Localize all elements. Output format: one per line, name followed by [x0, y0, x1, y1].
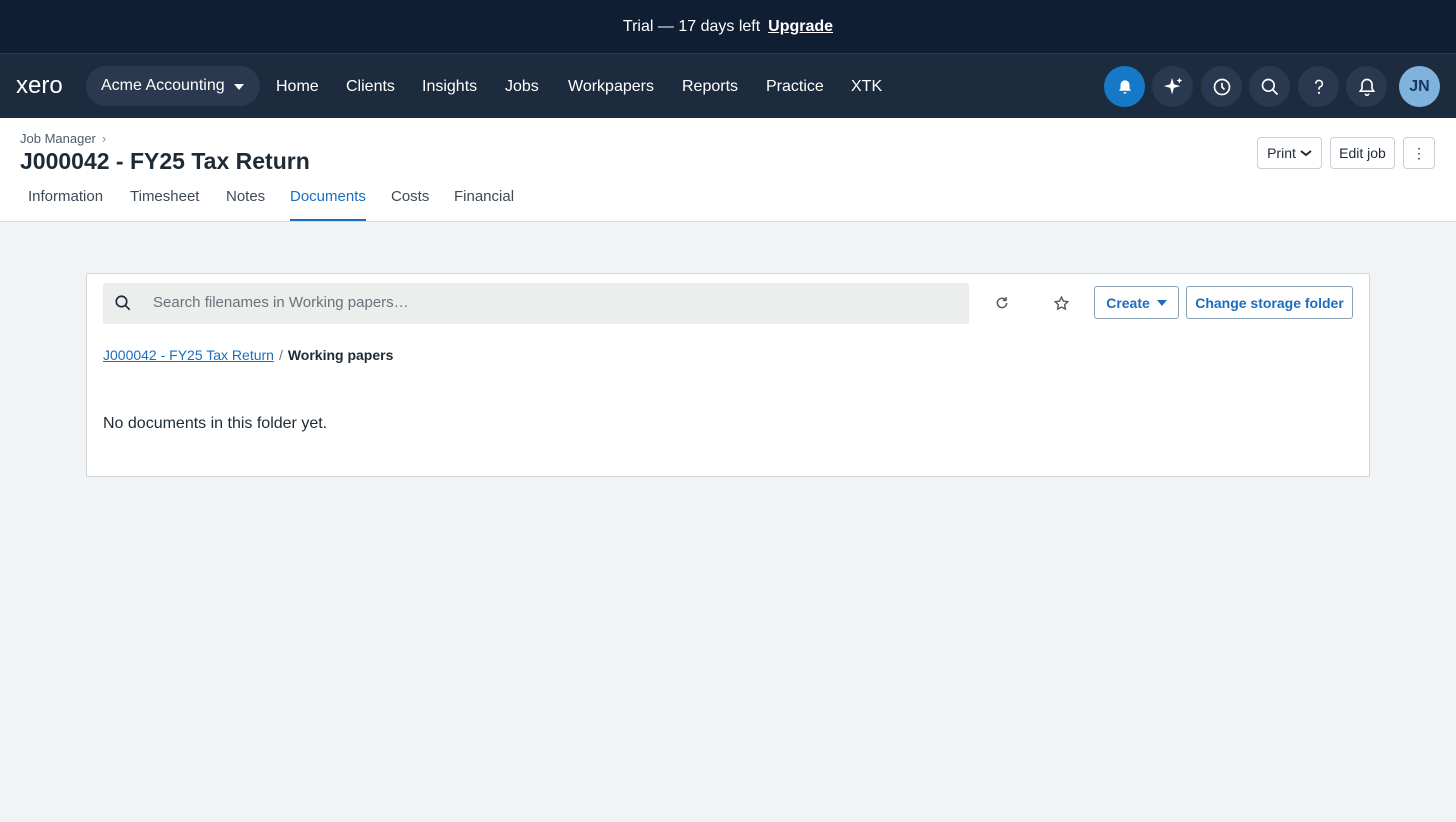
refresh-icon — [996, 297, 1008, 309]
nav-item-practice[interactable]: Practice — [766, 54, 824, 119]
chevron-right-icon: › — [101, 131, 107, 146]
more-options-button[interactable]: ⋮ — [1403, 137, 1435, 169]
xero-logo[interactable]: xero — [16, 74, 74, 98]
refresh-button[interactable] — [990, 291, 1014, 315]
nav-item-insights[interactable]: Insights — [422, 54, 477, 119]
search-placeholder: Search filenames in Working papers… — [153, 294, 409, 311]
breadcrumb-job-manager[interactable]: Job Manager — [20, 131, 96, 146]
folder-path-separator: / — [278, 347, 283, 363]
help-button[interactable] — [1298, 66, 1339, 107]
top-nav: xero Acme Accounting Home Clients Insigh… — [0, 53, 1456, 118]
logo-text: xero — [16, 74, 63, 98]
more-vertical-icon: ⋮ — [1412, 144, 1426, 161]
nav-item-xtk[interactable]: XTK — [851, 54, 882, 119]
trial-banner: Trial — 17 days left Upgrade — [0, 0, 1456, 53]
print-label: Print — [1267, 145, 1296, 161]
caret-down-icon — [1156, 299, 1167, 306]
bell-icon — [1358, 78, 1375, 96]
folder-path-current: Working papers — [287, 347, 394, 363]
change-storage-folder-button[interactable]: Change storage folder — [1186, 286, 1353, 319]
notifications-button[interactable] — [1346, 66, 1387, 107]
avatar[interactable]: JN — [1399, 66, 1440, 107]
breadcrumb: Job Manager › — [20, 131, 106, 146]
history-clock-icon — [1213, 78, 1230, 95]
org-switcher[interactable]: Acme Accounting — [86, 66, 260, 106]
empty-state-message: No documents in this folder yet. — [103, 415, 328, 432]
tab-timesheet[interactable]: Timesheet — [130, 181, 199, 221]
tab-documents[interactable]: Documents — [290, 181, 366, 221]
nav-item-clients[interactable]: Clients — [346, 54, 395, 119]
chevron-down-icon — [1300, 150, 1312, 157]
star-icon — [1053, 294, 1069, 310]
notification-bell-icon — [1118, 79, 1131, 94]
tab-notes[interactable]: Notes — [226, 181, 265, 221]
help-icon — [1314, 79, 1323, 94]
nav-item-workpapers[interactable]: Workpapers — [568, 54, 654, 119]
upgrade-link[interactable]: Upgrade — [768, 18, 833, 36]
documents-panel: Search filenames in Working papers… Crea… — [86, 273, 1370, 477]
trial-text: Trial — 17 days left — [622, 17, 761, 35]
folder-path-root-link[interactable]: J000042 - FY25 Tax Return — [103, 347, 274, 363]
nav-item-jobs[interactable]: Jobs — [505, 54, 539, 119]
create-label: Create — [1106, 294, 1150, 311]
tab-financial[interactable]: Financial — [454, 181, 514, 221]
org-name: Acme Accounting — [101, 77, 225, 94]
page-header: Job Manager › J000042 - FY25 Tax Return I… — [0, 118, 1456, 222]
nav-item-home[interactable]: Home — [276, 54, 319, 119]
recent-button[interactable] — [1201, 66, 1242, 107]
notification-bell-button[interactable] — [1104, 66, 1145, 107]
search-button[interactable] — [1249, 66, 1290, 107]
chevron-down-icon — [234, 84, 244, 90]
edit-job-button[interactable]: Edit job — [1330, 137, 1395, 169]
search-icon — [115, 295, 131, 311]
tab-information[interactable]: Information — [28, 181, 103, 221]
folder-path: J000042 - FY25 Tax Return / Working papers — [103, 347, 393, 363]
search-icon — [1261, 78, 1278, 95]
favourite-button[interactable] — [1049, 291, 1073, 315]
print-button[interactable]: Print — [1257, 137, 1322, 169]
ai-assistant-button[interactable] — [1152, 66, 1193, 107]
page-title: J000042 - FY25 Tax Return — [20, 148, 310, 174]
tab-costs[interactable]: Costs — [391, 181, 429, 221]
ai-sparkle-icon — [1163, 77, 1182, 94]
create-button[interactable]: Create — [1094, 286, 1179, 319]
search-input[interactable]: Search filenames in Working papers… — [103, 283, 969, 324]
nav-item-reports[interactable]: Reports — [682, 54, 738, 119]
